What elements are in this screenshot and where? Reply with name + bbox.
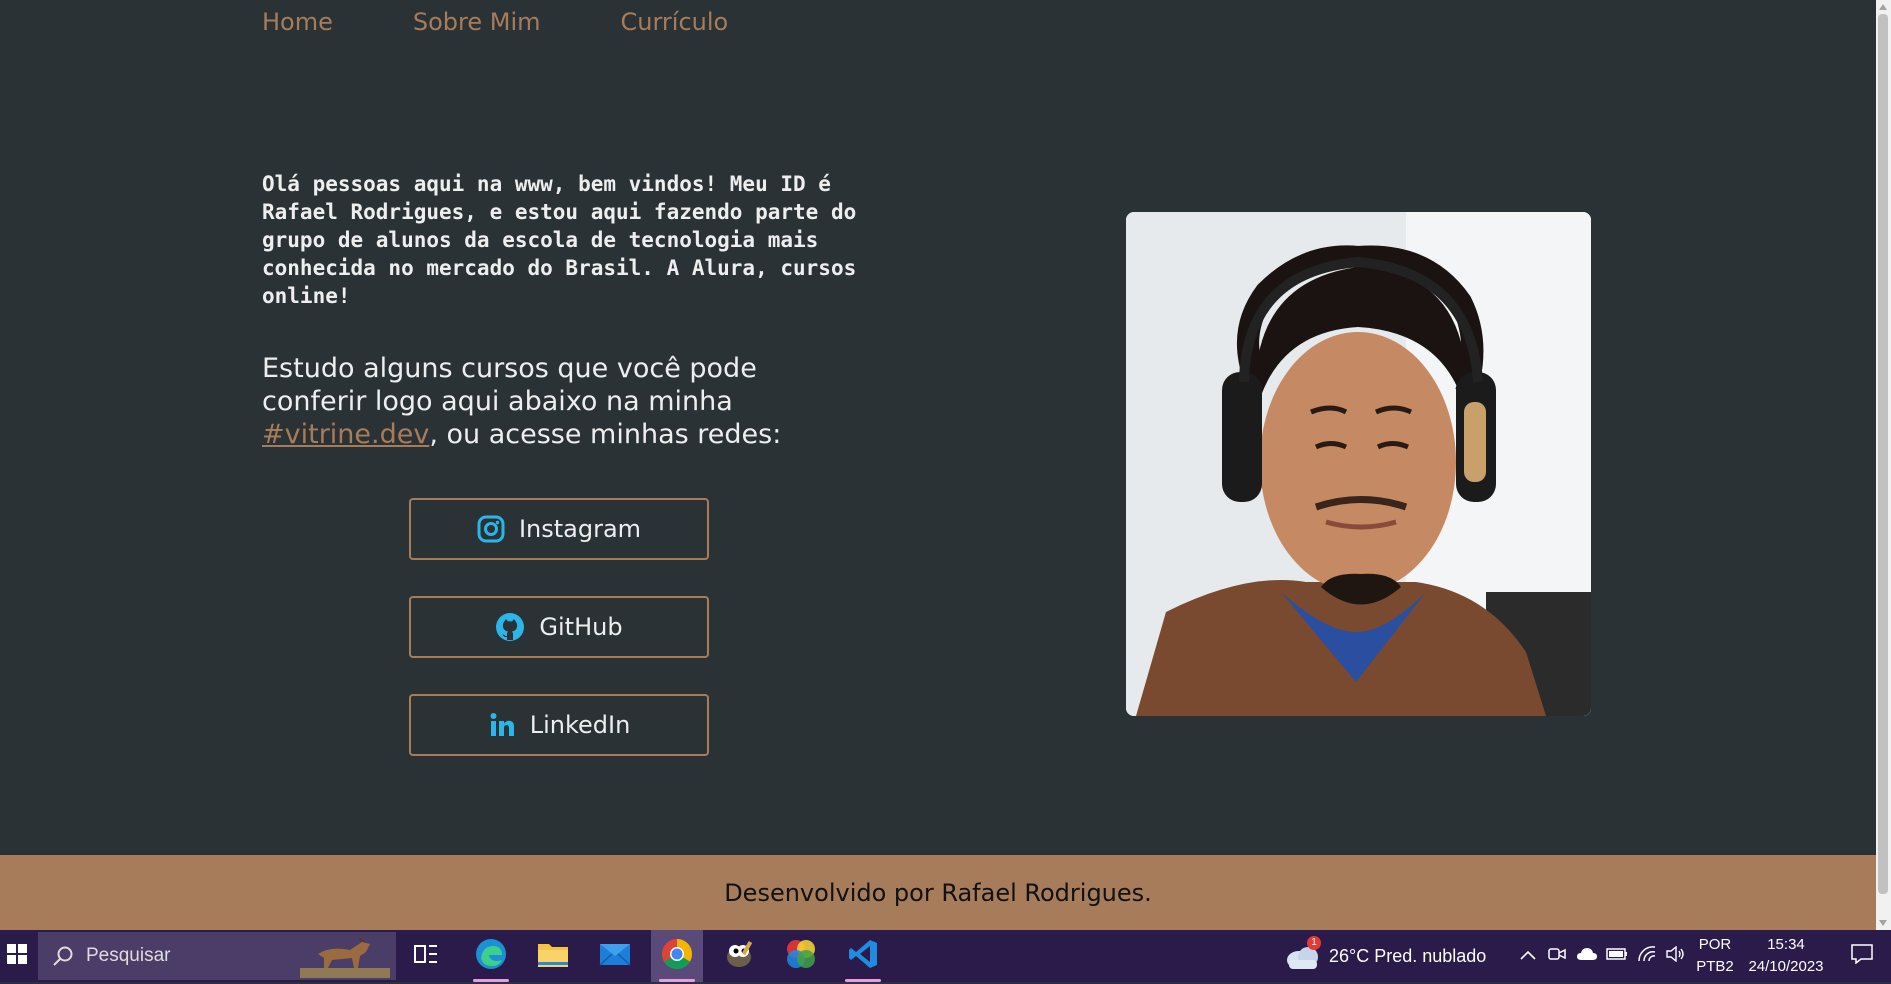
taskbar-app-edge[interactable] [465, 930, 517, 982]
tray-meet-button[interactable] [1545, 930, 1569, 982]
task-view-button[interactable] [408, 930, 444, 982]
scrollbar-thumb[interactable] [1878, 14, 1888, 894]
scroll-up-arrow-icon[interactable] [1879, 4, 1887, 10]
cloudy-weather-icon: 1 [1285, 936, 1321, 970]
tray-onedrive-button[interactable] [1575, 930, 1599, 982]
footer-text: Desenvolvido por Rafael Rodrigues. [724, 878, 1152, 907]
start-button[interactable] [0, 930, 34, 982]
edge-icon [475, 938, 507, 975]
notification-center-button[interactable] [1842, 930, 1882, 982]
notification-icon [1851, 943, 1873, 969]
instagram-icon [477, 515, 505, 543]
gimp-icon [723, 939, 755, 974]
tray-volume-button[interactable] [1663, 930, 1687, 982]
task-view-icon [414, 943, 438, 970]
weather-notification-badge: 1 [1307, 936, 1321, 950]
chevron-up-icon [1520, 947, 1536, 965]
language-code: POR [1698, 936, 1732, 953]
taskbar-search-box[interactable]: Pesquisar [38, 932, 396, 980]
meet-icon [1548, 946, 1566, 967]
instagram-label: Instagram [518, 515, 642, 543]
taskbar-clock[interactable]: 15:34 24/10/2023 [1738, 934, 1834, 978]
search-icon [52, 945, 74, 967]
show-hidden-icons-button[interactable] [1515, 930, 1541, 982]
vscode-icon [847, 938, 879, 975]
clock-date: 24/10/2023 [1748, 958, 1824, 975]
linkedin-button[interactable]: LinkedIn [409, 694, 709, 756]
taskbar-app-color-picker[interactable] [775, 930, 827, 982]
weather-text: 26°C Pred. nublado [1329, 945, 1487, 966]
intro-text: Olá pessoas aqui na www, bem vindos! Meu… [262, 172, 857, 308]
nav-resume-link[interactable]: Currículo [621, 4, 729, 40]
taskbar-app-gimp[interactable] [713, 930, 765, 982]
vitrine-link[interactable]: #vitrine.dev [262, 419, 429, 450]
taskbar-app-chrome[interactable] [651, 930, 703, 982]
main-nav: Home Sobre Mim Currículo [262, 4, 808, 40]
profile-photo [1126, 212, 1591, 716]
onedrive-cloud-icon [1576, 947, 1598, 966]
web-page: Home Sobre Mim Currículo Olá pessoas aqu… [0, 0, 1876, 930]
keyboard-layout-code: PTB2 [1696, 958, 1734, 975]
github-icon [495, 612, 525, 642]
windows-taskbar: Pesquisar 1 26°C Pred. nublado POR PTB2 … [0, 930, 1891, 982]
taskbar-app-file-explorer[interactable] [527, 930, 579, 982]
color-wheel-icon [785, 938, 817, 975]
tray-wifi-button[interactable] [1635, 930, 1659, 982]
input-language-indicator[interactable]: POR PTB2 [1693, 934, 1737, 978]
nav-about-link[interactable]: Sobre Mim [413, 4, 541, 40]
nav-home-link[interactable]: Home [262, 4, 333, 40]
folder-icon [537, 940, 569, 973]
page-scrollbar[interactable] [1876, 0, 1891, 930]
courses-text-before: Estudo alguns cursos que você pode confe… [262, 353, 757, 417]
scroll-down-arrow-icon[interactable] [1879, 920, 1887, 926]
taskbar-app-mail[interactable] [589, 930, 641, 982]
search-placeholder: Pesquisar [86, 945, 171, 966]
github-button[interactable]: GitHub [409, 596, 709, 658]
wifi-icon [1637, 945, 1657, 967]
battery-icon [1606, 947, 1628, 965]
github-label: GitHub [539, 613, 623, 641]
courses-text: Estudo alguns cursos que você pode confe… [262, 352, 822, 451]
speaker-icon [1665, 945, 1685, 967]
page-footer: Desenvolvido por Rafael Rodrigues. [0, 855, 1876, 930]
tray-battery-button[interactable] [1605, 930, 1629, 982]
linkedin-icon [488, 711, 516, 739]
taskbar-app-vscode[interactable] [837, 930, 889, 982]
linkedin-label: LinkedIn [529, 711, 631, 739]
instagram-button[interactable]: Instagram [409, 498, 709, 560]
chrome-icon [661, 938, 693, 975]
mail-icon [599, 941, 631, 972]
search-highlight-horse-icon [300, 934, 390, 984]
courses-text-after: , ou acesse minhas redes: [429, 419, 782, 450]
weather-widget[interactable]: 1 26°C Pred. nublado [1285, 930, 1495, 982]
clock-time: 15:34 [1767, 936, 1805, 953]
windows-logo-icon [7, 943, 27, 969]
